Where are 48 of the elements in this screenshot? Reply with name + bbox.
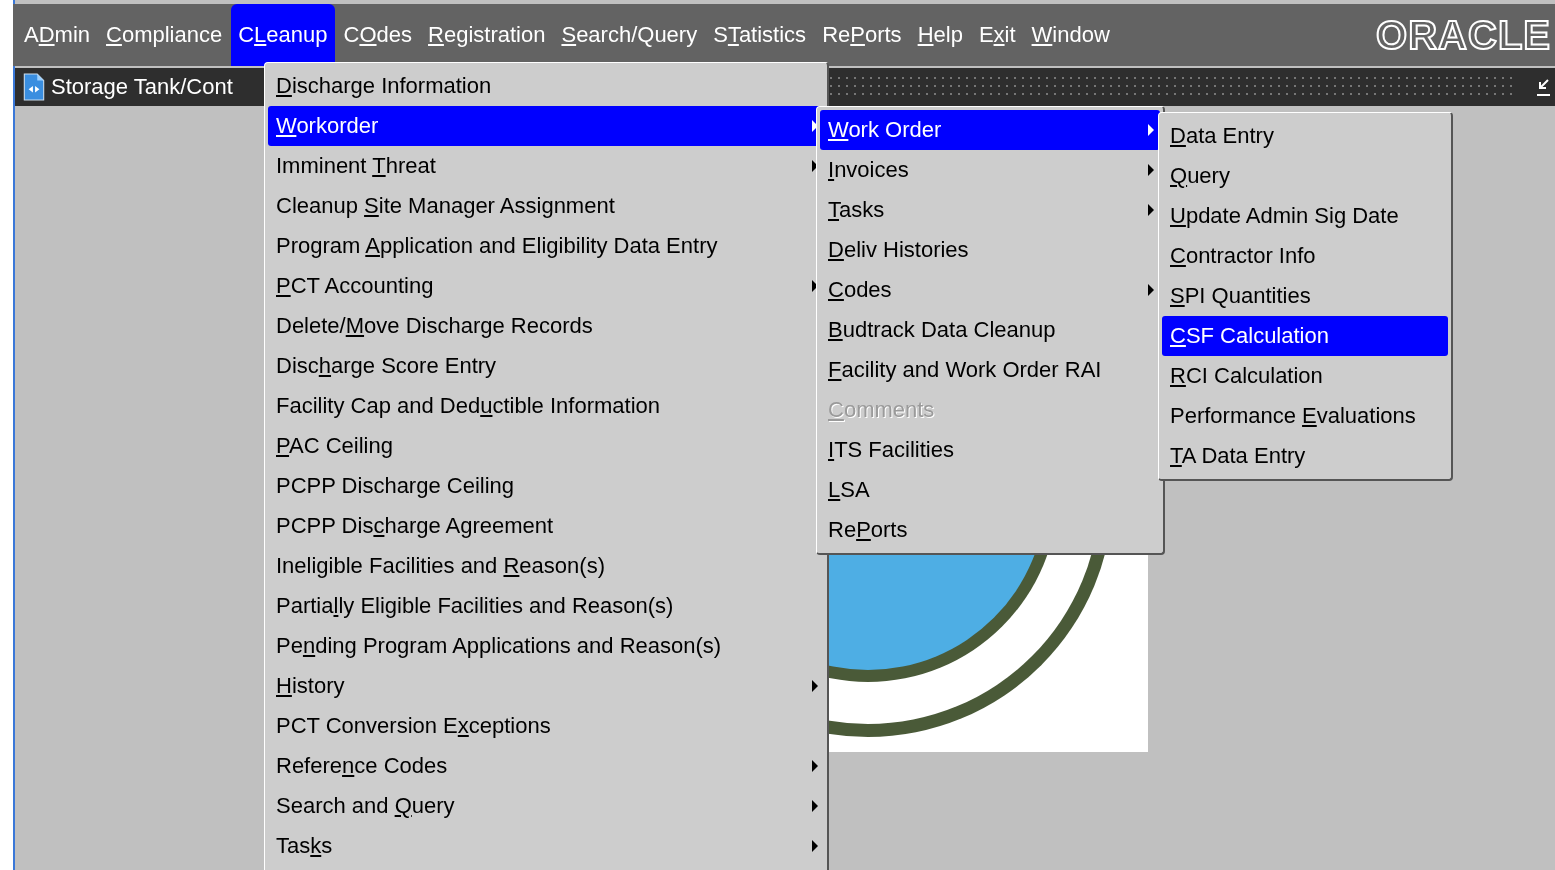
submenu-arrow-icon xyxy=(812,680,818,692)
menu-item[interactable]: Data Entry xyxy=(1162,116,1448,156)
menu-bar-item[interactable]: Window xyxy=(1024,4,1117,66)
submenu-arrow-icon xyxy=(1148,284,1154,296)
window-title: Storage Tank/Cont xyxy=(51,74,233,100)
menu-bar-item[interactable]: Help xyxy=(910,4,970,66)
menu-bar-item[interactable]: CLeanup xyxy=(231,4,335,66)
submenu-arrow-icon xyxy=(812,280,818,292)
menu-item[interactable]: Performance Evaluations xyxy=(1162,396,1448,436)
menu-item[interactable]: Search and Query xyxy=(268,786,824,826)
menu-bar-item[interactable]: COdes xyxy=(336,4,420,66)
submenu-arrow-icon xyxy=(812,840,818,852)
menu-item[interactable]: Tasks xyxy=(820,190,1160,230)
menu-bar-item[interactable]: RePorts xyxy=(815,4,909,66)
minimize-icon[interactable] xyxy=(1535,77,1551,97)
menu-bar-item[interactable]: Exit xyxy=(971,4,1023,66)
menu-item[interactable]: Discharge Information xyxy=(268,66,824,106)
submenu-arrow-icon xyxy=(812,760,818,772)
submenu-arrow-icon xyxy=(812,160,818,172)
brand-logo: ORACLE xyxy=(1376,12,1552,58)
document-icon xyxy=(23,73,45,101)
menu-item[interactable]: Facility and Work Order RAI xyxy=(820,350,1160,390)
menu-item[interactable]: PCT Conversion Exceptions xyxy=(268,706,824,746)
menu-bar-item[interactable]: STatistics xyxy=(706,4,814,66)
submenu-arrow-icon xyxy=(1148,124,1154,136)
menu-item[interactable]: ITS Facilities xyxy=(820,430,1160,470)
menu-item[interactable]: Reference Codes xyxy=(268,746,824,786)
menu-bar-item[interactable]: Search/Query xyxy=(554,4,705,66)
submenu-arrow-icon xyxy=(1148,204,1154,216)
submenu-arrow-icon xyxy=(812,800,818,812)
menu-item[interactable]: LSA xyxy=(820,470,1160,510)
menu-bar-item[interactable]: Compliance xyxy=(99,4,230,66)
menu-item[interactable]: Work Order xyxy=(820,110,1160,150)
menu-item[interactable]: Pending Program Applications and Reason(s) xyxy=(268,626,824,666)
menu-item[interactable]: RCI Calculation xyxy=(1162,356,1448,396)
menu-bar-item[interactable]: Registration xyxy=(421,4,553,66)
menu-item[interactable]: TA Data Entry xyxy=(1162,436,1448,476)
menu-item[interactable]: Update Admin Sig Date xyxy=(1162,196,1448,236)
menu-item[interactable]: History xyxy=(268,666,824,706)
menu-item[interactable]: Tasks xyxy=(268,826,824,866)
menu-item[interactable]: CSF Calculation xyxy=(1162,316,1448,356)
menu-item[interactable]: Budtrack Data Cleanup xyxy=(820,310,1160,350)
menu-bar-item[interactable]: ADmin xyxy=(17,4,98,66)
menu-item[interactable]: SPI Quantities xyxy=(1162,276,1448,316)
submenu-arrow-icon xyxy=(1148,164,1154,176)
menu-item[interactable]: Partially Eligible Facilities and Reason(s) xyxy=(268,586,824,626)
menu-item[interactable]: Query xyxy=(1162,156,1448,196)
menu-item[interactable]: Contractor Info xyxy=(1162,236,1448,276)
